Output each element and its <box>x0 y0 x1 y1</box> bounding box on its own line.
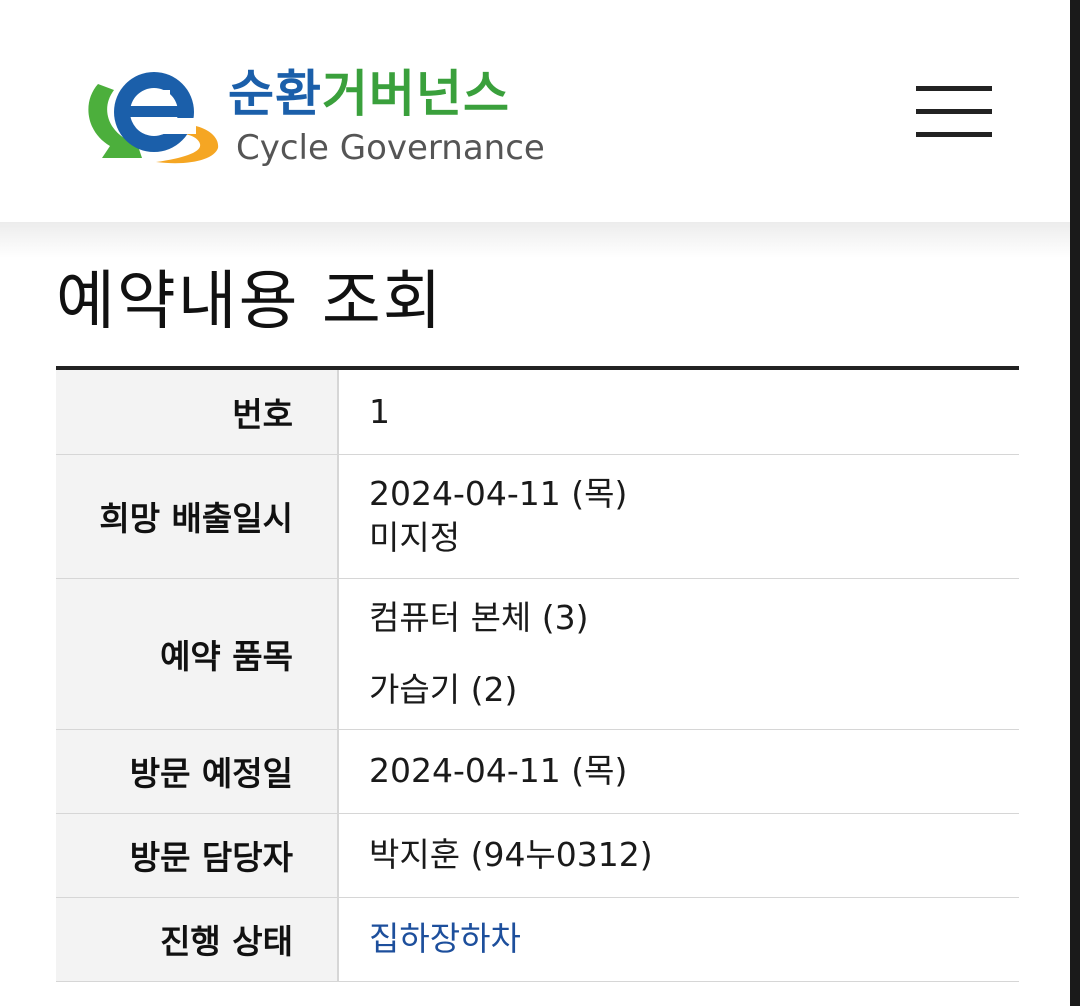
reservation-detail-table: 번호 1 희망 배출일시 2024-04-11 (목) 미지정 예약 품목 컴퓨… <box>56 370 1019 982</box>
list-item: 컴퓨터 본체 (3) <box>369 597 589 637</box>
items-cell: 컴퓨터 본체 (3) 가습기 (2) <box>338 578 1019 730</box>
desired-date-value: 2024-04-11 (목) <box>369 474 628 513</box>
status-link[interactable]: 집하장하차 <box>369 919 521 958</box>
logo-korean-text: 순환거버넌스 <box>228 65 510 123</box>
logo-mark-icon <box>88 72 219 164</box>
table-row-desired-date: 희망 배출일시 2024-04-11 (목) 미지정 <box>56 454 1019 579</box>
list-item: 가습기 (2) <box>369 669 518 709</box>
header: 순환거버넌스 Cycle Governance <box>0 0 1070 222</box>
table-row-number: 번호 1 <box>56 370 1019 455</box>
number-value: 1 <box>338 370 1019 455</box>
page: 순환거버넌스 Cycle Governance 예약내용 조회 번호 1 희망 … <box>0 0 1080 1006</box>
menu-bar-bottom <box>916 132 992 137</box>
table-row-items: 예약 품목 컴퓨터 본체 (3) 가습기 (2) <box>56 578 1019 730</box>
status-cell: 집하장하차 <box>338 897 1019 982</box>
visit-manager-value: 박지훈 (94누0312) <box>338 813 1019 898</box>
table-row-visit-date: 방문 예정일 2024-04-11 (목) <box>56 729 1019 814</box>
menu-bar-top <box>916 86 992 91</box>
page-title: 예약내용 조회 <box>56 265 444 339</box>
visit-manager-label: 방문 담당자 <box>56 813 339 898</box>
hamburger-menu-icon[interactable] <box>916 82 994 144</box>
desired-time-value: 미지정 <box>369 518 461 557</box>
desired-date-cell: 2024-04-11 (목) 미지정 <box>338 454 1019 579</box>
items-label: 예약 품목 <box>56 578 339 730</box>
table-row-status: 진행 상태 집하장하차 <box>56 897 1019 982</box>
menu-bar-middle <box>916 109 992 114</box>
table-row-visit-manager: 방문 담당자 박지훈 (94누0312) <box>56 813 1019 898</box>
window-edge <box>1070 0 1080 1006</box>
visit-date-value: 2024-04-11 (목) <box>338 729 1019 814</box>
logo[interactable]: 순환거버넌스 Cycle Governance <box>80 62 560 172</box>
status-label: 진행 상태 <box>56 897 339 982</box>
desired-date-label: 희망 배출일시 <box>56 454 339 579</box>
number-label: 번호 <box>56 370 339 455</box>
header-shadow <box>0 222 1070 258</box>
visit-date-label: 방문 예정일 <box>56 729 339 814</box>
logo-english-text: Cycle Governance <box>236 128 545 168</box>
